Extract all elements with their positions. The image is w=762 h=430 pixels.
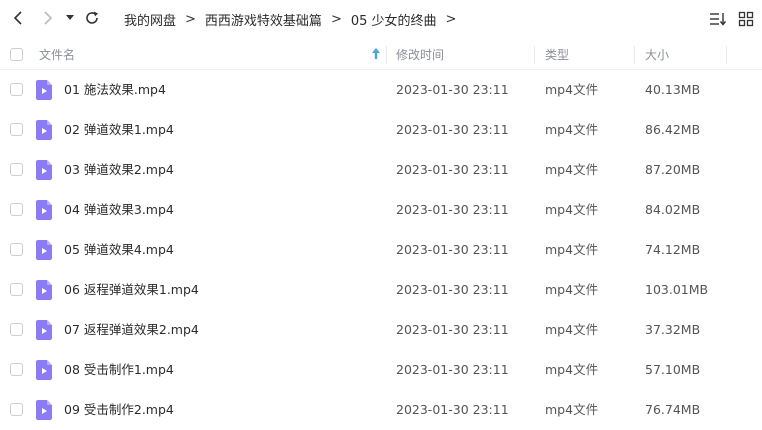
- file-size: 57.10MB: [645, 362, 701, 377]
- file-modified: 2023-01-30 23:11: [396, 82, 509, 97]
- column-divider: [726, 46, 727, 64]
- table-row[interactable]: 07 返程弹道效果2.mp4 2023-01-30 23:11 mp4文件 37…: [0, 310, 762, 350]
- video-file-icon: [36, 400, 52, 420]
- row-checkbox[interactable]: [10, 283, 23, 296]
- file-name[interactable]: 09 受击制作2.mp4: [64, 390, 174, 430]
- column-header-name[interactable]: 文件名: [39, 38, 384, 70]
- file-type: mp4文件: [545, 242, 599, 257]
- breadcrumb: 我的网盘 > 西西游戏特效基础篇 > 05 少女的终曲 >: [124, 10, 465, 29]
- file-size: 84.02MB: [645, 202, 701, 217]
- column-divider: [386, 46, 387, 64]
- video-file-icon: [36, 200, 52, 220]
- video-file-icon: [36, 360, 52, 380]
- file-type: mp4文件: [545, 402, 599, 417]
- file-name[interactable]: 04 弹道效果3.mp4: [64, 190, 174, 230]
- sort-button[interactable]: [708, 9, 728, 29]
- breadcrumb-separator: >: [185, 11, 196, 27]
- breadcrumb-item-root[interactable]: 我的网盘: [124, 10, 176, 29]
- row-checkbox[interactable]: [10, 243, 23, 256]
- column-header-name-label: 文件名: [39, 47, 76, 62]
- file-type: mp4文件: [545, 122, 599, 137]
- video-file-icon: [36, 80, 52, 100]
- video-file-icon: [36, 320, 52, 340]
- file-name[interactable]: 08 受击制作1.mp4: [64, 350, 174, 390]
- file-modified: 2023-01-30 23:11: [396, 282, 509, 297]
- table-row[interactable]: 08 受击制作1.mp4 2023-01-30 23:11 mp4文件 57.1…: [0, 350, 762, 390]
- caret-down-icon: [66, 15, 74, 20]
- chevron-right-icon: [44, 11, 53, 25]
- table-row[interactable]: 06 返程弹道效果1.mp4 2023-01-30 23:11 mp4文件 10…: [0, 270, 762, 310]
- breadcrumb-separator: >: [330, 11, 342, 27]
- breadcrumb-item-course[interactable]: 西西游戏特效基础篇: [205, 10, 322, 29]
- file-size: 87.20MB: [645, 162, 701, 177]
- back-button[interactable]: [7, 7, 29, 29]
- file-name[interactable]: 03 弹道效果2.mp4: [64, 150, 174, 190]
- grid-view-icon: [738, 11, 754, 27]
- refresh-icon: [86, 11, 98, 24]
- row-checkbox[interactable]: [10, 323, 23, 336]
- column-header-modified[interactable]: 修改时间: [396, 38, 526, 70]
- column-divider: [634, 46, 635, 64]
- file-name[interactable]: 06 返程弹道效果1.mp4: [64, 270, 199, 310]
- sort-lines-icon: [710, 13, 727, 26]
- table-row[interactable]: 04 弹道效果3.mp4 2023-01-30 23:11 mp4文件 84.0…: [0, 190, 762, 230]
- video-file-icon: [36, 160, 52, 180]
- file-modified: 2023-01-30 23:11: [396, 402, 509, 417]
- row-checkbox[interactable]: [10, 403, 23, 416]
- column-divider: [534, 46, 535, 64]
- file-type: mp4文件: [545, 162, 599, 177]
- table-row[interactable]: 05 弹道效果4.mp4 2023-01-30 23:11 mp4文件 74.1…: [0, 230, 762, 270]
- table-header: 文件名 修改时间 类型 大小: [0, 38, 762, 70]
- row-checkbox[interactable]: [10, 363, 23, 376]
- column-header-type-label: 类型: [545, 47, 570, 62]
- chevron-left-icon: [13, 11, 22, 25]
- file-size: 76.74MB: [645, 402, 701, 417]
- file-type: mp4文件: [545, 282, 599, 297]
- file-name[interactable]: 02 弹道效果1.mp4: [64, 110, 174, 150]
- table-row[interactable]: 09 受击制作2.mp4 2023-01-30 23:11 mp4文件 76.7…: [0, 390, 762, 430]
- file-size: 103.01MB: [645, 282, 709, 297]
- row-checkbox[interactable]: [10, 83, 23, 96]
- file-type: mp4文件: [545, 202, 599, 217]
- file-name[interactable]: 01 施法效果.mp4: [64, 70, 166, 110]
- file-modified: 2023-01-30 23:11: [396, 122, 509, 137]
- table-row[interactable]: 01 施法效果.mp4 2023-01-30 23:11 mp4文件 40.13…: [0, 70, 762, 110]
- grid-view-button[interactable]: [736, 9, 756, 29]
- row-checkbox[interactable]: [10, 123, 23, 136]
- file-type: mp4文件: [545, 362, 599, 377]
- sort-ascending-icon: [372, 48, 380, 59]
- column-header-size-label: 大小: [645, 47, 670, 62]
- file-size: 86.42MB: [645, 122, 701, 137]
- file-size: 40.13MB: [645, 82, 701, 97]
- row-checkbox[interactable]: [10, 203, 23, 216]
- column-header-type[interactable]: 类型: [545, 38, 625, 70]
- file-modified: 2023-01-30 23:11: [396, 362, 509, 377]
- video-file-icon: [36, 120, 52, 140]
- file-name[interactable]: 05 弹道效果4.mp4: [64, 230, 174, 270]
- file-modified: 2023-01-30 23:11: [396, 162, 509, 177]
- column-header-modified-label: 修改时间: [396, 47, 445, 62]
- file-size: 37.32MB: [645, 322, 701, 337]
- table-row[interactable]: 02 弹道效果1.mp4 2023-01-30 23:11 mp4文件 86.4…: [0, 110, 762, 150]
- file-size: 74.12MB: [645, 242, 701, 257]
- breadcrumb-separator: >: [445, 11, 457, 27]
- video-file-icon: [36, 240, 52, 260]
- file-name[interactable]: 07 返程弹道效果2.mp4: [64, 310, 199, 350]
- toolbar: 我的网盘 > 西西游戏特效基础篇 > 05 少女的终曲 >: [0, 0, 762, 38]
- column-header-size[interactable]: 大小: [645, 38, 725, 70]
- file-type: mp4文件: [545, 82, 599, 97]
- file-modified: 2023-01-30 23:11: [396, 322, 509, 337]
- history-dropdown[interactable]: [62, 7, 78, 29]
- refresh-button[interactable]: [81, 7, 103, 29]
- row-checkbox[interactable]: [10, 163, 23, 176]
- table-row[interactable]: 03 弹道效果2.mp4 2023-01-30 23:11 mp4文件 87.2…: [0, 150, 762, 190]
- file-modified: 2023-01-30 23:11: [396, 242, 509, 257]
- breadcrumb-item-current[interactable]: 05 少女的终曲: [351, 10, 437, 29]
- file-type: mp4文件: [545, 322, 599, 337]
- forward-button[interactable]: [37, 7, 59, 29]
- video-file-icon: [36, 280, 52, 300]
- select-all-checkbox[interactable]: [10, 48, 23, 61]
- file-modified: 2023-01-30 23:11: [396, 202, 509, 217]
